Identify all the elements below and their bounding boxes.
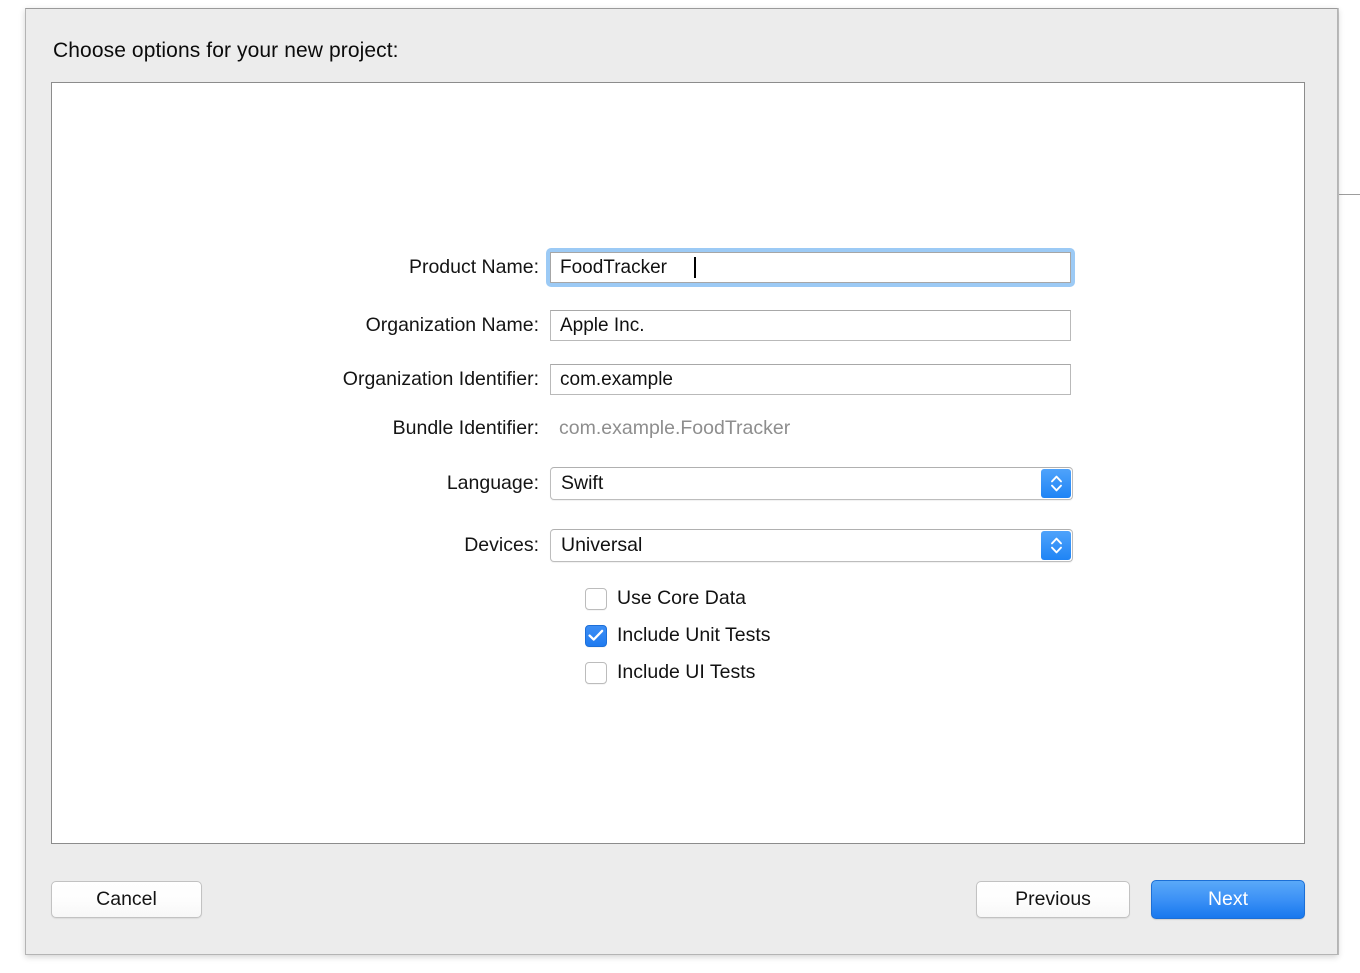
product-name-focus-ring [546,248,1075,287]
organization-name-input[interactable] [550,310,1071,341]
devices-label: Devices: [464,534,539,556]
chevron-up-down-icon[interactable] [1041,531,1071,560]
checkbox-label: Include Unit Tests [617,624,771,646]
checkmark-icon [588,629,604,641]
form-row-language: Language: Swift [52,467,1304,500]
screen: Choose options for your new project: Pro… [0,0,1360,973]
language-label: Language: [446,472,539,494]
form-row-bundle-identifier: Bundle Identifier: com.example.FoodTrack… [52,417,1304,440]
organization-identifier-input[interactable] [550,364,1071,395]
checkbox-include-ui-tests[interactable]: Include UI Tests [585,661,755,684]
next-button[interactable]: Next [1151,880,1305,919]
cancel-button[interactable]: Cancel [51,881,202,918]
new-project-options-dialog: Choose options for your new project: Pro… [25,8,1338,955]
options-panel: Product Name: Organization Name: Organiz… [51,82,1305,844]
background-window-divider [1339,194,1360,195]
checkbox-label: Include UI Tests [617,661,756,683]
previous-button[interactable]: Previous [976,881,1130,918]
form-row-organization-identifier: Organization Identifier: [52,364,1304,395]
checkbox-include-unit-tests[interactable]: Include Unit Tests [585,624,771,647]
devices-select-value: Universal [561,534,643,556]
background-window-sliver [1338,8,1360,955]
organization-identifier-label: Organization Identifier: [342,368,539,390]
checkbox-box[interactable] [585,624,607,647]
bundle-identifier-value: com.example.FoodTracker [559,417,791,439]
organization-name-label: Organization Name: [365,314,539,336]
page-title: Choose options for your new project: [53,39,399,62]
language-select[interactable]: Swift [550,467,1073,500]
product-name-input[interactable] [550,252,1071,283]
language-select-value: Swift [561,472,604,494]
checkbox-use-core-data[interactable]: Use Core Data [585,587,746,610]
checkbox-box[interactable] [585,661,607,684]
bundle-identifier-label: Bundle Identifier: [392,417,539,439]
form-row-product-name: Product Name: [52,248,1304,287]
form-row-organization-name: Organization Name: [52,310,1304,341]
form-row-devices: Devices: Universal [52,529,1304,562]
chevron-up-down-icon[interactable] [1041,469,1071,498]
checkbox-label: Use Core Data [617,587,746,609]
product-name-label: Product Name: [408,256,539,278]
checkbox-box[interactable] [585,587,607,610]
devices-select[interactable]: Universal [550,529,1073,562]
